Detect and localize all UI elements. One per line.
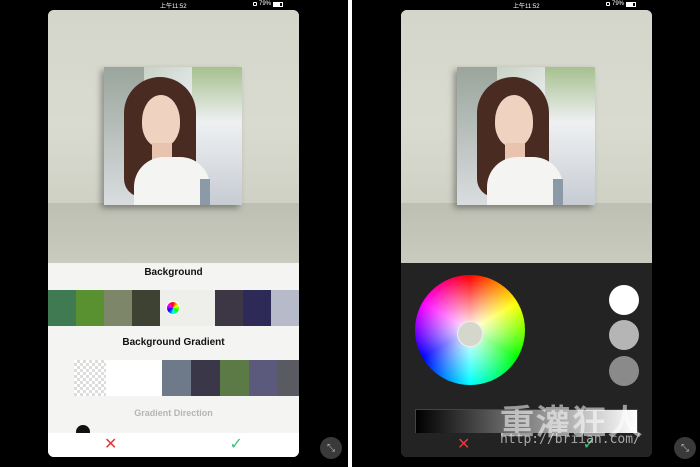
- preset-light-gray[interactable]: [609, 320, 639, 350]
- status-bar-right: 上午11:52 79%: [401, 0, 652, 10]
- status-battery: 79%: [606, 1, 637, 7]
- floor-background: [401, 203, 652, 263]
- status-time: 上午11:52: [160, 4, 187, 10]
- background-swatch[interactable]: [75, 290, 104, 326]
- color-wheel-icon: [166, 301, 181, 315]
- close-icon[interactable]: ✕: [104, 437, 117, 453]
- gradient-swatch[interactable]: [162, 360, 191, 396]
- divider: [348, 0, 352, 467]
- close-icon[interactable]: ✕: [457, 437, 470, 453]
- gradient-swatch-row: [74, 360, 299, 396]
- gradient-swatch[interactable]: [278, 360, 299, 396]
- color-picker-swatch[interactable]: [159, 290, 188, 326]
- background-section-title: Background: [144, 267, 203, 278]
- portrait-photo[interactable]: [457, 67, 595, 205]
- status-bar-left: 上午11:52 79%: [48, 0, 299, 10]
- background-swatch[interactable]: [48, 290, 76, 326]
- gradient-direction-label: Gradient Direction: [134, 408, 213, 418]
- gradient-swatch[interactable]: [191, 360, 220, 396]
- battery-icon: [626, 1, 637, 7]
- watermark-url: http://briian.com/: [500, 432, 641, 447]
- floor-background: [48, 203, 299, 263]
- preset-white[interactable]: [609, 285, 639, 315]
- status-time: 上午11:52: [513, 4, 540, 10]
- background-gradient-title: Background Gradient: [122, 337, 225, 348]
- preset-gray[interactable]: [609, 356, 639, 386]
- background-swatch[interactable]: [103, 290, 132, 326]
- background-swatch-row: [48, 290, 299, 326]
- gradient-swatch[interactable]: [220, 360, 249, 396]
- background-swatch[interactable]: [271, 290, 299, 326]
- background-swatch[interactable]: [131, 290, 160, 326]
- check-icon[interactable]: ✓: [230, 437, 243, 453]
- collapse-icon[interactable]: ⤡: [674, 437, 696, 459]
- gradient-swatch[interactable]: [74, 360, 106, 396]
- background-swatch[interactable]: [243, 290, 271, 326]
- battery-icon: [273, 1, 284, 7]
- status-battery: 79%: [253, 1, 284, 7]
- rotation-lock-icon: [253, 2, 257, 6]
- left-screen: Background Background Gradient Gradient …: [48, 10, 299, 457]
- rotation-lock-icon: [606, 2, 610, 6]
- gradient-swatch[interactable]: [106, 360, 162, 396]
- color-wheel-thumb[interactable]: [457, 321, 483, 347]
- left-action-bar: ✕ ✓: [48, 433, 299, 457]
- screenshot-stage: 上午11:52 79% Background Background Gradie…: [0, 0, 700, 467]
- right-screen: ✕ ✓: [401, 10, 652, 457]
- background-swatch[interactable]: [215, 290, 244, 326]
- battery-percent: 79%: [612, 1, 625, 7]
- gradient-swatch[interactable]: [249, 360, 278, 396]
- background-swatch[interactable]: [187, 290, 216, 326]
- color-wheel[interactable]: [415, 275, 525, 385]
- battery-percent: 79%: [259, 1, 272, 7]
- collapse-icon[interactable]: ⤡: [320, 437, 342, 459]
- portrait-photo[interactable]: [104, 67, 242, 205]
